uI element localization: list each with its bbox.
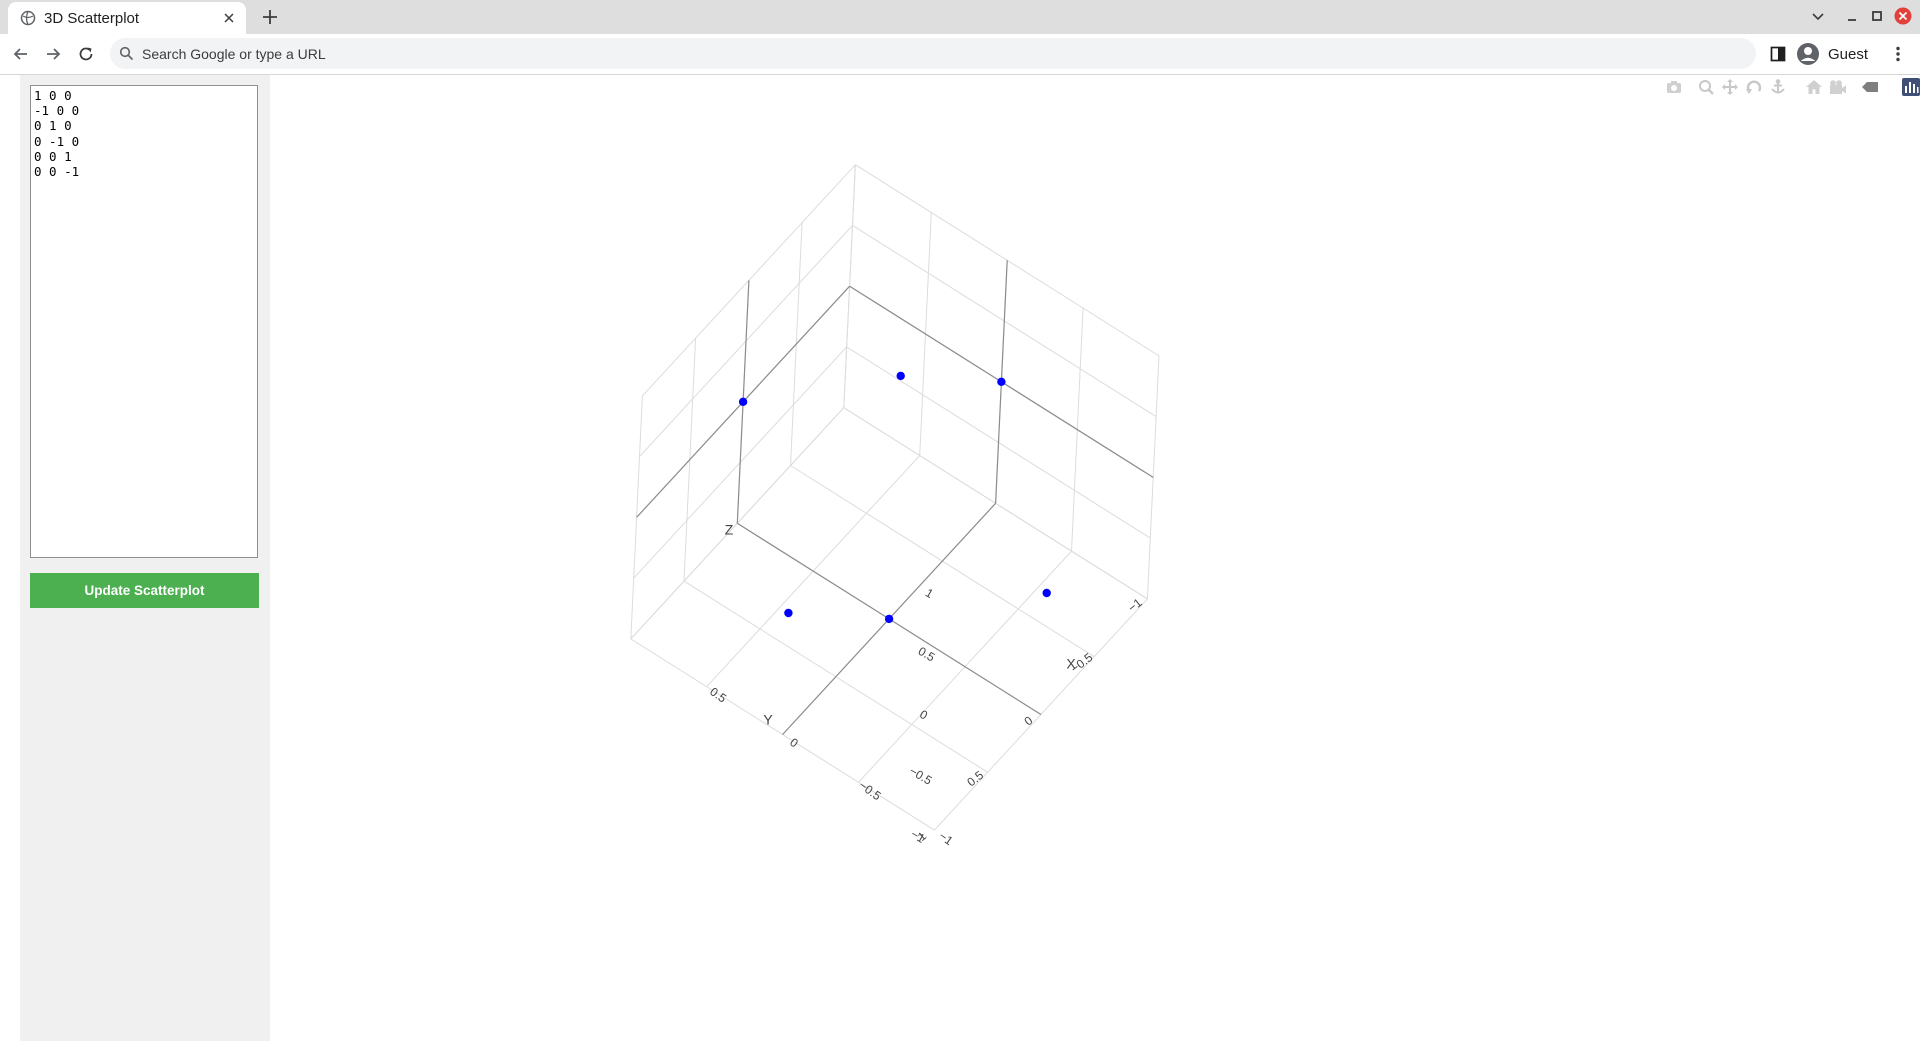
modebar bbox=[1666, 78, 1920, 96]
data-points bbox=[738, 371, 1051, 624]
browser-tab-strip: 3D Scatterplot bbox=[0, 0, 1920, 34]
camera-last-save-icon[interactable] bbox=[1830, 80, 1846, 94]
z-tick-label: 1 bbox=[923, 586, 936, 602]
z-tick-label: −0.5 bbox=[907, 764, 935, 788]
reset-camera-icon[interactable] bbox=[1806, 80, 1822, 94]
x-tick-label: −0.5 bbox=[856, 778, 884, 803]
data-point[interactable] bbox=[997, 377, 1006, 386]
x-axis-title: X bbox=[1066, 656, 1076, 672]
gridline bbox=[630, 395, 643, 639]
profile-label: Guest bbox=[1828, 45, 1869, 63]
tab-search-chevron-icon[interactable] bbox=[1810, 8, 1826, 24]
x-tick-label: 0 bbox=[787, 735, 801, 750]
window-close-icon[interactable] bbox=[1894, 7, 1912, 25]
y-tick-label: 0.5 bbox=[964, 768, 986, 790]
data-point[interactable] bbox=[896, 371, 905, 381]
close-tab-icon[interactable] bbox=[222, 11, 236, 25]
data-point[interactable] bbox=[738, 397, 748, 406]
turntable-rotation-icon[interactable] bbox=[1771, 79, 1785, 94]
address-bar-placeholder: Search Google or type a URL bbox=[142, 46, 326, 62]
gridlines bbox=[630, 164, 1160, 831]
tab-title: 3D Scatterplot bbox=[44, 10, 140, 27]
globe-icon bbox=[20, 10, 36, 26]
reload-icon[interactable] bbox=[76, 44, 96, 64]
input-panel: 1 0 0 -1 0 0 0 1 0 0 -1 0 0 0 1 0 0 -1 U… bbox=[20, 75, 270, 1041]
z-tick-label: 0 bbox=[917, 707, 930, 723]
search-icon bbox=[119, 46, 134, 61]
zoom-icon[interactable] bbox=[1699, 80, 1714, 95]
orbit-rotation-icon[interactable] bbox=[1746, 80, 1762, 94]
plotly-logo-icon[interactable] bbox=[1902, 78, 1920, 96]
pan-icon[interactable] bbox=[1722, 79, 1738, 95]
gridline bbox=[855, 164, 1160, 357]
z-axis-title: Z bbox=[725, 522, 734, 538]
axis-titles: X Y Z bbox=[725, 522, 1077, 728]
avatar-icon bbox=[1797, 43, 1819, 65]
scatter3d-plot[interactable]: −1 −0.5 0 0.5 −1 −0.5 0 0.5 1 −1 −0.5 0 0.5 1 XYZ bbox=[270, 75, 1920, 1042]
update-scatterplot-button[interactable]: Update Scatterplot bbox=[30, 573, 259, 608]
new-tab-icon[interactable] bbox=[260, 7, 280, 27]
camera-icon[interactable] bbox=[1667, 81, 1681, 93]
gridline bbox=[642, 164, 856, 397]
y-axis-title: Y bbox=[763, 712, 773, 728]
y-tick-label: 0 bbox=[1021, 713, 1035, 728]
data-point[interactable] bbox=[1042, 588, 1051, 598]
browser-tab[interactable]: 3D Scatterplot bbox=[8, 2, 246, 34]
maximize-icon[interactable] bbox=[1869, 8, 1885, 24]
data-point[interactable] bbox=[884, 614, 894, 624]
scatter3d-scene[interactable]: −1−0.500.5−1−0.500.51−1−0.500.51 XYZ bbox=[270, 75, 1920, 1042]
points-input[interactable]: 1 0 0 -1 0 0 0 1 0 0 -1 0 0 0 1 0 0 -1 bbox=[30, 85, 258, 558]
tick-labels: −1−0.500.5−1−0.500.51−1−0.500.51 bbox=[707, 586, 1145, 849]
hover-icon[interactable] bbox=[1862, 82, 1878, 92]
y-tick-label: −1 bbox=[1125, 595, 1145, 615]
back-arrow-icon[interactable] bbox=[11, 44, 31, 64]
data-point[interactable] bbox=[784, 608, 793, 618]
minimize-icon[interactable] bbox=[1844, 8, 1860, 24]
address-bar[interactable]: Search Google or type a URL bbox=[110, 38, 1756, 69]
x-tick-label: 0.5 bbox=[707, 685, 729, 706]
side-panel-icon[interactable] bbox=[1768, 44, 1788, 64]
profile-button[interactable]: Guest bbox=[1796, 39, 1868, 69]
x-tick-label: −1 bbox=[936, 829, 956, 849]
browser-toolbar: Search Google or type a URL Guest bbox=[0, 34, 1920, 75]
forward-arrow-icon[interactable] bbox=[43, 44, 63, 64]
kebab-menu-icon[interactable] bbox=[1888, 44, 1908, 64]
